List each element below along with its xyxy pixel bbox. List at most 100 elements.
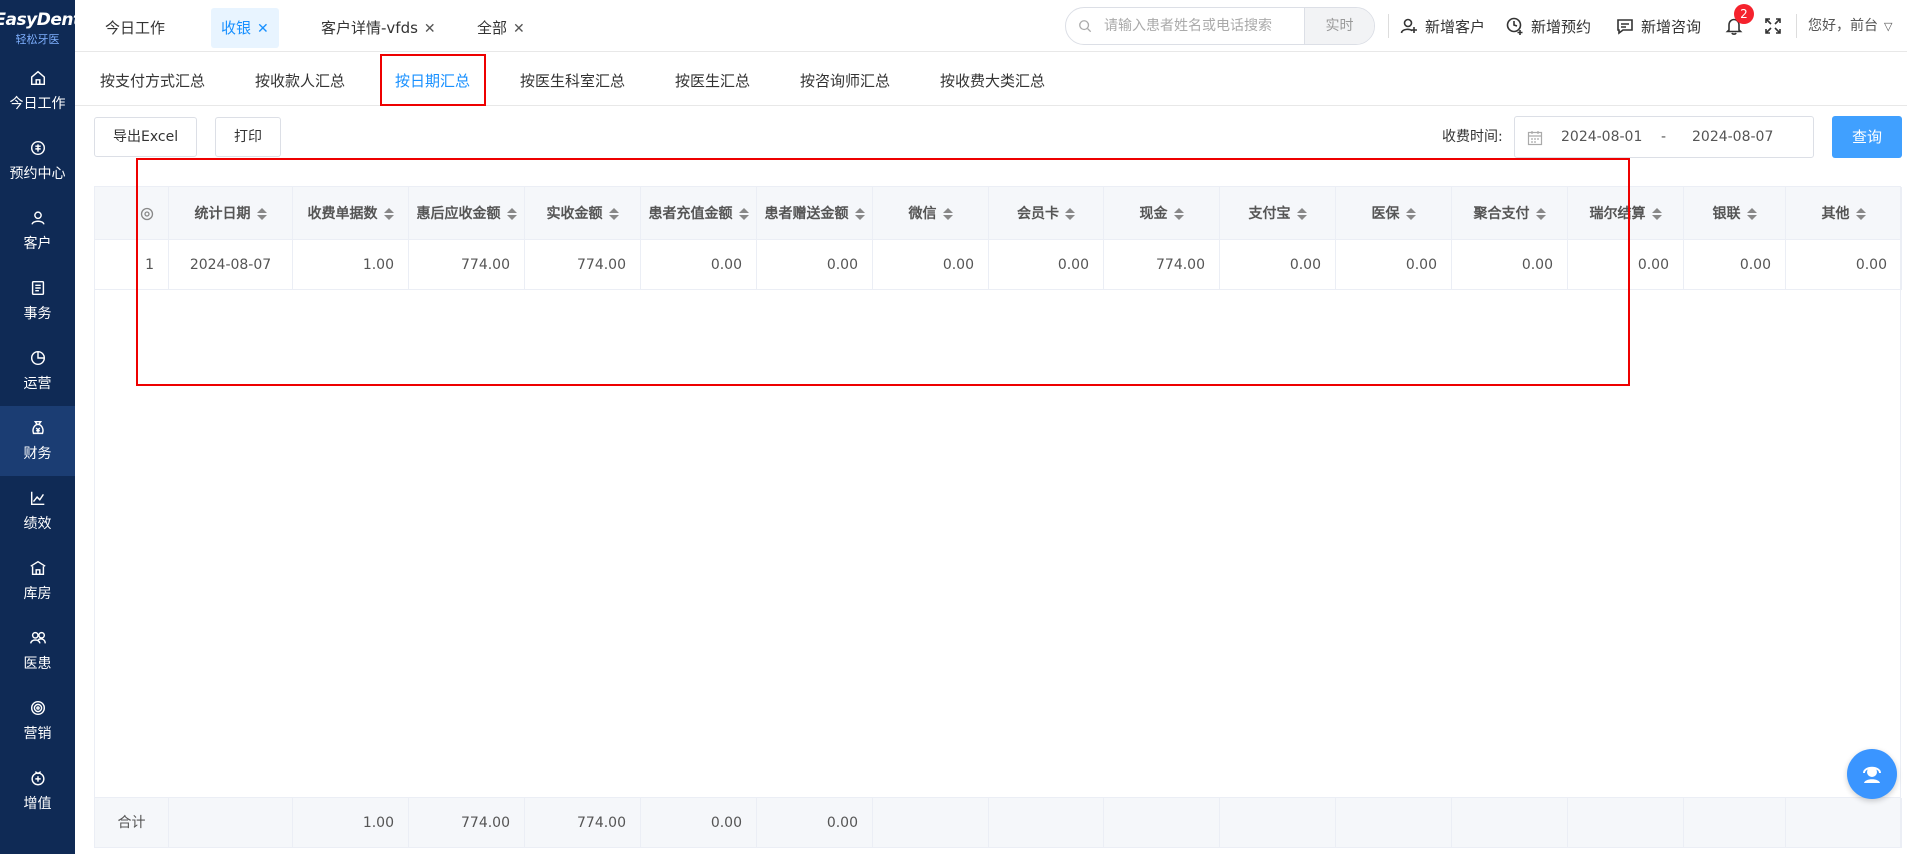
sort-icon[interactable] xyxy=(1651,207,1662,220)
new-consult-label: 新增咨询 xyxy=(1641,17,1702,36)
sort-icon[interactable] xyxy=(1746,207,1757,220)
sidebar-item-customers[interactable]: 客户 xyxy=(0,196,75,266)
message-icon xyxy=(1617,19,1633,35)
new-appointment-button[interactable]: 新增预约 xyxy=(1505,14,1591,38)
export-excel-button[interactable]: 导出Excel xyxy=(94,117,198,157)
logo-subtext: 轻松牙医 xyxy=(15,32,60,46)
sidebar-item-finance[interactable]: 财务 xyxy=(0,406,75,476)
table-cell: 0.00 xyxy=(1684,240,1786,290)
date-to[interactable]: 2024-08-07 xyxy=(1692,117,1773,157)
sidebar-item-label: 客户 xyxy=(23,236,52,252)
footer-cell xyxy=(1104,798,1220,848)
tab-customer-detail[interactable]: 客户详情-vfds ✕ xyxy=(311,8,446,48)
sidebar-item-label: 医患 xyxy=(23,656,52,672)
line-chart-icon xyxy=(30,491,44,506)
logo-text: EasyDent xyxy=(0,9,81,30)
footer-cell: 0.00 xyxy=(757,798,873,848)
footer-cell xyxy=(1568,798,1684,848)
sidebar-item-label: 营销 xyxy=(23,726,52,742)
sidebar-item-today[interactable]: 今日工作 xyxy=(0,56,75,126)
new-customer-button[interactable]: 新增客户 xyxy=(1399,14,1485,38)
sidebar-item-label: 增值 xyxy=(23,796,52,812)
value-added-icon xyxy=(30,771,45,786)
subtab-by-doctor-department[interactable]: 按医生科室汇总 xyxy=(520,52,625,106)
tab-label: 收银 xyxy=(221,19,252,37)
date-from[interactable]: 2024-08-01 xyxy=(1561,117,1642,157)
chevron-down-icon: ▽ xyxy=(1884,20,1893,33)
print-button[interactable]: 打印 xyxy=(215,117,281,157)
sidebar-item-appointments[interactable]: 预约中心 xyxy=(0,126,75,196)
new-consult-button[interactable]: 新增咨询 xyxy=(1615,14,1701,38)
footer-cell xyxy=(873,798,989,848)
money-bag-icon xyxy=(31,420,44,435)
pie-chart-icon xyxy=(30,350,45,366)
sidebar-item-label: 运营 xyxy=(23,376,52,392)
subtab-by-fee-category[interactable]: 按收费大类汇总 xyxy=(940,52,1045,106)
table-footer: 合计 1.00 774.00 774.00 0.00 0.00 xyxy=(95,797,1902,848)
sidebar-item-warehouse[interactable]: 库房 xyxy=(0,546,75,616)
date-range-label: 收费时间: xyxy=(1442,129,1503,145)
tab-cashier[interactable]: 收银 ✕ xyxy=(211,8,279,48)
target-icon xyxy=(30,700,45,716)
task-icon xyxy=(31,280,44,296)
query-button[interactable]: 查询 xyxy=(1832,116,1902,158)
calendar-icon xyxy=(30,140,45,156)
table-cell: 0.00 xyxy=(1786,240,1902,290)
tab-label: 全部 xyxy=(477,19,508,37)
user-menu[interactable]: 您好，前台 ▽ xyxy=(1808,15,1892,35)
footer-cell xyxy=(1220,798,1336,848)
footer-cell: 1.00 xyxy=(293,798,409,848)
footer-label: 合计 xyxy=(95,798,169,848)
search-icon xyxy=(1079,20,1092,33)
customer-service-button[interactable] xyxy=(1847,749,1897,799)
sidebar-item-doctor-patient[interactable]: 医患 xyxy=(0,616,75,686)
search-box: 请输入患者姓名或电话搜索 实时 xyxy=(1065,7,1375,45)
home-icon xyxy=(30,70,45,86)
support-agent-icon xyxy=(1863,766,1881,783)
subtab-by-doctor[interactable]: 按医生汇总 xyxy=(675,52,750,106)
close-icon[interactable]: ✕ xyxy=(424,21,436,37)
subtab-by-payee[interactable]: 按收款人汇总 xyxy=(255,52,345,106)
footer-cell: 774.00 xyxy=(409,798,525,848)
close-icon[interactable]: ✕ xyxy=(513,21,525,37)
tab-all[interactable]: 全部 ✕ xyxy=(467,8,535,48)
footer-cell xyxy=(1684,798,1786,848)
summary-tabs: 按支付方式汇总 按收款人汇总 按日期汇总 按医生科室汇总 按医生汇总 按咨询师汇… xyxy=(75,52,1907,106)
footer-cell xyxy=(989,798,1104,848)
sidebar-item-label: 今日工作 xyxy=(9,96,66,112)
column-header[interactable]: 银联 xyxy=(1684,187,1786,240)
annotation-box xyxy=(380,54,486,106)
date-range-picker[interactable]: 2024-08-01 - 2024-08-07 xyxy=(1514,116,1814,158)
sidebar-item-marketing[interactable]: 营销 xyxy=(0,686,75,756)
greeting-text: 您好，前台 xyxy=(1808,18,1878,34)
footer-cell xyxy=(169,798,293,848)
sidebar-item-tasks[interactable]: 事务 xyxy=(0,266,75,336)
sidebar-item-label: 预约中心 xyxy=(9,166,66,182)
footer-cell: 0.00 xyxy=(641,798,757,848)
divider xyxy=(1388,14,1389,38)
sidebar-item-operations[interactable]: 运营 xyxy=(0,336,75,406)
column-header-label: 其他 xyxy=(1821,205,1850,222)
new-appointment-label: 新增预约 xyxy=(1531,17,1592,36)
sidebar-item-label: 库房 xyxy=(23,586,52,602)
subtab-by-consultant[interactable]: 按咨询师汇总 xyxy=(800,52,890,106)
search-mode-button[interactable]: 实时 xyxy=(1304,8,1374,44)
sidebar-item-value-added[interactable]: 增值 xyxy=(0,756,75,826)
footer-cell: 774.00 xyxy=(525,798,641,848)
calendar-icon xyxy=(1527,131,1543,146)
column-header-label: 银联 xyxy=(1712,205,1741,222)
sidebar-item-performance[interactable]: 绩效 xyxy=(0,476,75,546)
warehouse-icon xyxy=(29,560,46,576)
subtab-by-payment-method[interactable]: 按支付方式汇总 xyxy=(100,52,205,106)
fullscreen-button[interactable] xyxy=(1763,14,1783,38)
date-separator: - xyxy=(1661,129,1667,145)
tab-today[interactable]: 今日工作 xyxy=(95,8,175,48)
add-user-icon xyxy=(1400,18,1417,34)
sort-icon[interactable] xyxy=(1855,207,1866,220)
close-icon[interactable]: ✕ xyxy=(257,21,269,37)
logo: EasyDent 轻松牙医 xyxy=(0,0,81,56)
search-input[interactable]: 请输入患者姓名或电话搜索 xyxy=(1104,8,1272,44)
annotation-box xyxy=(136,158,1630,386)
column-header[interactable]: 其他 xyxy=(1786,187,1902,240)
notification-badge: 2 xyxy=(1734,4,1754,24)
